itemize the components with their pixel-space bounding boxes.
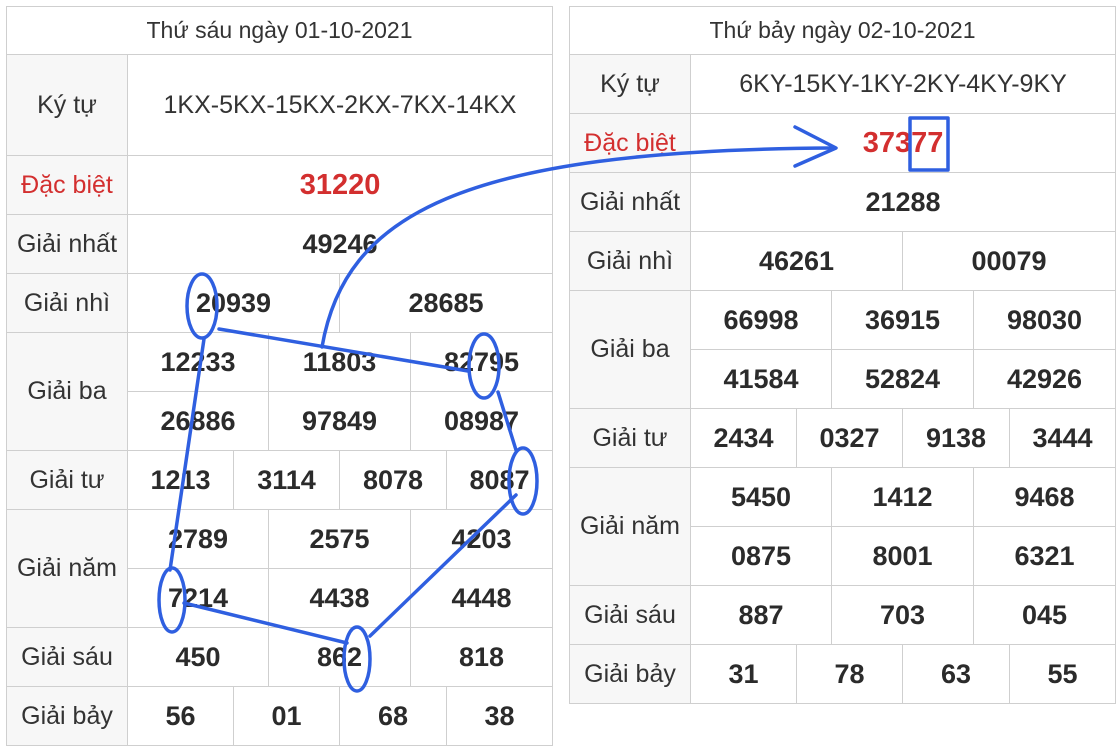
ky-tu-value: 6KY-15KY-1KY-2KY-4KY-9KY — [689, 54, 1116, 114]
special-prize-value: 37377 — [689, 113, 1116, 173]
fourth-prize-value: 8087 — [445, 450, 554, 510]
third-prize-value: 98030 — [972, 290, 1116, 350]
label-giai-nhat: Giải nhất — [6, 214, 128, 274]
special-prize-value: 31220 — [126, 155, 554, 215]
label-giai-sau: Giải sáu — [569, 585, 691, 645]
fifth-prize-value: 2575 — [268, 509, 411, 569]
seventh-prize-value: 55 — [1008, 644, 1116, 704]
third-prize-value: 41584 — [690, 349, 832, 409]
sixth-prize-value: 450 — [127, 627, 269, 687]
fifth-prize-value: 5450 — [690, 467, 832, 527]
label-giai-nhat: Giải nhất — [569, 172, 691, 232]
label-ky-tu: Ký tự — [569, 54, 691, 114]
label-giai-ba: Giải ba — [6, 332, 128, 451]
sixth-prize-value: 703 — [831, 585, 974, 645]
fourth-prize-value: 9138 — [902, 408, 1010, 468]
third-prize-value: 12233 — [127, 332, 269, 392]
fourth-prize-value: 2434 — [690, 408, 797, 468]
label-dac-biet: Đặc biệt — [569, 113, 691, 173]
fourth-prize-value: 1213 — [127, 450, 234, 510]
label-giai-bay: Giải bảy — [569, 644, 691, 704]
seventh-prize-value: 63 — [902, 644, 1010, 704]
sixth-prize-value: 887 — [690, 585, 832, 645]
label-giai-sau: Giải sáu — [6, 627, 128, 687]
fourth-prize-value: 3444 — [1008, 408, 1116, 468]
sixth-prize-value: 818 — [409, 627, 554, 687]
second-prize-value: 20939 — [127, 273, 340, 333]
fifth-prize-value: 7214 — [127, 568, 269, 628]
fifth-prize-value: 8001 — [831, 526, 974, 586]
third-prize-value: 42926 — [972, 349, 1116, 409]
seventh-prize-value: 56 — [127, 686, 234, 746]
second-prize-value: 00079 — [901, 231, 1116, 291]
fourth-prize-value: 3114 — [233, 450, 340, 510]
seventh-prize-value: 31 — [690, 644, 797, 704]
table-header-date: Thứ bảy ngày 02-10-2021 — [568, 6, 1116, 55]
seventh-prize-value: 68 — [339, 686, 447, 746]
fifth-prize-value: 2789 — [127, 509, 269, 569]
third-prize-value: 82795 — [409, 332, 554, 392]
label-giai-nam: Giải năm — [6, 509, 128, 628]
third-prize-value: 97849 — [268, 391, 411, 451]
label-giai-bay: Giải bảy — [6, 686, 128, 746]
fifth-prize-value: 0875 — [690, 526, 832, 586]
table-header-date: Thứ sáu ngày 01-10-2021 — [5, 6, 554, 55]
label-giai-tu: Giải tư — [569, 408, 691, 468]
second-prize-value: 46261 — [690, 231, 903, 291]
ky-tu-value: 1KX-5KX-15KX-2KX-7KX-14KX — [126, 54, 554, 156]
label-ky-tu: Ký tự — [6, 54, 128, 156]
third-prize-value: 26886 — [127, 391, 269, 451]
third-prize-value: 52824 — [831, 349, 974, 409]
third-prize-value: 36915 — [831, 290, 974, 350]
fifth-prize-value: 4448 — [409, 568, 554, 628]
label-dac-biet: Đặc biệt — [6, 155, 128, 215]
first-prize-value: 21288 — [689, 172, 1116, 232]
third-prize-value: 11803 — [268, 332, 411, 392]
fifth-prize-value: 1412 — [831, 467, 974, 527]
first-prize-value: 49246 — [126, 214, 554, 274]
fifth-prize-value: 4438 — [268, 568, 411, 628]
third-prize-value: 08987 — [409, 391, 554, 451]
second-prize-value: 28685 — [338, 273, 554, 333]
results-table-left: Thứ sáu ngày 01-10-2021 Ký tự 1KX-5KX-15… — [5, 6, 554, 746]
label-giai-tu: Giải tư — [6, 450, 128, 510]
third-prize-value: 66998 — [690, 290, 832, 350]
label-giai-nhi: Giải nhì — [6, 273, 128, 333]
results-table-right: Thứ bảy ngày 02-10-2021 Ký tự 6KY-15KY-1… — [568, 6, 1116, 704]
fifth-prize-value: 9468 — [972, 467, 1116, 527]
seventh-prize-value: 01 — [233, 686, 340, 746]
fifth-prize-value: 4203 — [409, 509, 554, 569]
label-giai-ba: Giải ba — [569, 290, 691, 409]
fourth-prize-value: 0327 — [796, 408, 903, 468]
label-giai-nam: Giải năm — [569, 467, 691, 586]
seventh-prize-value: 78 — [796, 644, 903, 704]
sixth-prize-value: 045 — [972, 585, 1116, 645]
label-giai-nhi: Giải nhì — [569, 231, 691, 291]
sixth-prize-value: 862 — [268, 627, 411, 687]
seventh-prize-value: 38 — [445, 686, 554, 746]
fifth-prize-value: 6321 — [972, 526, 1116, 586]
fourth-prize-value: 8078 — [339, 450, 447, 510]
